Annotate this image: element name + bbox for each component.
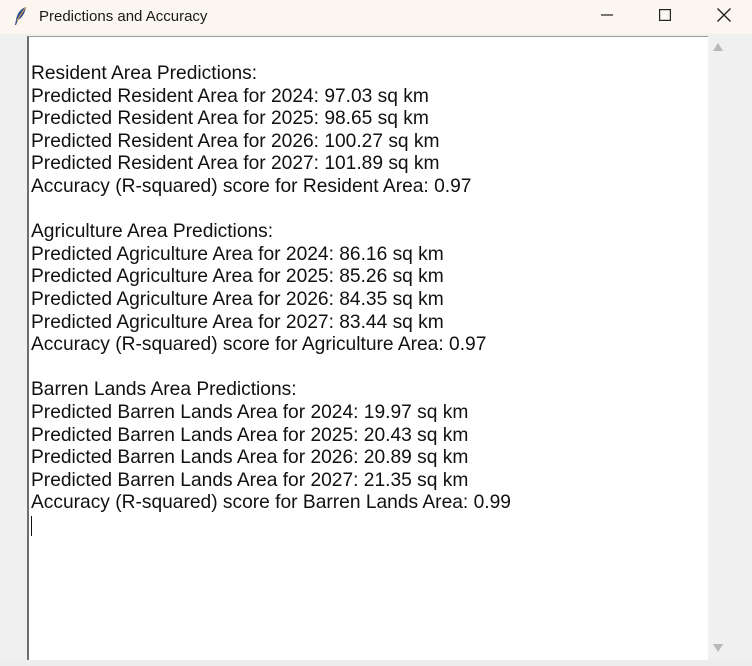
close-icon	[717, 7, 731, 27]
text-line: Predicted Resident Area for 2024: 97.03 …	[31, 85, 429, 107]
output-lines: Resident Area Predictions: Predicted Resi…	[31, 63, 511, 537]
text-line: Accuracy (R-squared) score for Resident …	[31, 175, 472, 197]
text-line: Accuracy (R-squared) score for Agricultu…	[31, 334, 487, 356]
text-line: Predicted Resident Area for 2026: 100.27…	[31, 130, 440, 152]
caret-line	[31, 515, 511, 538]
window-title: Predictions and Accuracy	[39, 8, 208, 25]
output-text-area[interactable]: Resident Area Predictions: Predicted Resi…	[27, 36, 708, 660]
text-line: Accuracy (R-squared) score for Barren La…	[31, 492, 511, 514]
text-caret	[31, 515, 32, 536]
text-line: Predicted Barren Lands Area for 2024: 19…	[31, 401, 469, 423]
maximize-icon	[659, 8, 672, 26]
text-line: Predicted Agriculture Area for 2027: 83.…	[31, 311, 444, 333]
minimize-icon	[601, 8, 613, 26]
text-line: Predicted Barren Lands Area for 2025: 20…	[31, 424, 469, 446]
text-line: Predicted Resident Area for 2025: 98.65 …	[31, 108, 429, 130]
text-line: Predicted Barren Lands Area for 2027: 21…	[31, 469, 469, 491]
text-line: Predicted Agriculture Area for 2024: 86.…	[31, 243, 444, 265]
text-line: Predicted Barren Lands Area for 2026: 20…	[31, 447, 469, 469]
app-window: Predictions and Accuracy Resident Area P…	[0, 0, 752, 666]
blank-line	[31, 357, 511, 380]
scroll-up-arrow-icon[interactable]	[713, 43, 723, 51]
text-line: Predicted Agriculture Area for 2025: 85.…	[31, 266, 444, 288]
vertical-scrollbar[interactable]	[708, 36, 728, 660]
text-line: Predicted Resident Area for 2027: 101.89…	[31, 153, 440, 175]
text-line: Resident Area Predictions:	[31, 63, 258, 84]
scroll-down-arrow-icon[interactable]	[713, 644, 723, 652]
window-client-area: Resident Area Predictions: Predicted Resi…	[0, 34, 752, 666]
maximize-button[interactable]	[637, 0, 693, 34]
minimize-button[interactable]	[579, 0, 635, 34]
text-line: Agriculture Area Predictions:	[31, 221, 274, 243]
feather-icon	[14, 6, 28, 26]
close-button[interactable]	[696, 0, 752, 34]
text-line: Predicted Agriculture Area for 2026: 84.…	[31, 288, 444, 310]
window-bottom-edge	[0, 660, 752, 666]
blank-line	[31, 199, 511, 222]
text-line: Barren Lands Area Predictions:	[31, 379, 297, 401]
title-bar[interactable]: Predictions and Accuracy	[0, 0, 752, 34]
